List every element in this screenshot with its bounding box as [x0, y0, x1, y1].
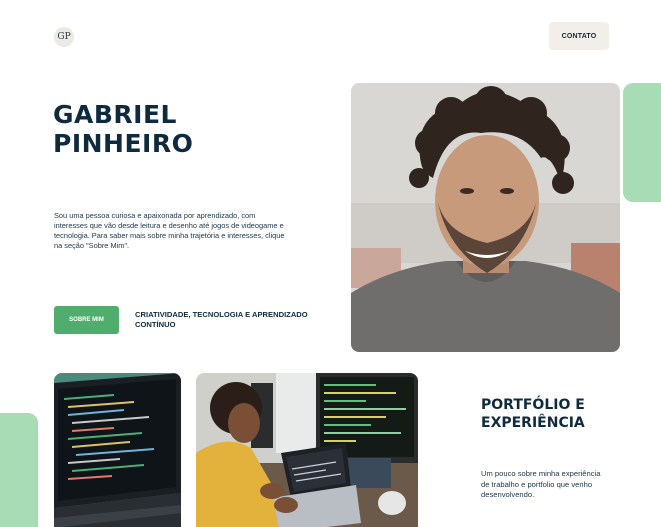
hero-intro: Sou uma pessoa curiosa e apaixonada por …	[54, 211, 285, 250]
code-laptop-photo	[54, 373, 181, 527]
decorative-green-block-right	[623, 83, 661, 202]
portrait-photo	[351, 83, 620, 352]
hero-tagline: CRIATIVIDADE, TECNOLOGIA E APRENDIZADO C…	[135, 310, 308, 329]
contact-button[interactable]: CONTATO	[549, 22, 609, 50]
about-me-button[interactable]: SOBRE MIM	[54, 306, 119, 334]
decorative-green-block-left	[0, 413, 38, 527]
portfolio-title-line1: PORTFÓLIO E	[481, 397, 585, 413]
portfolio-title-line2: EXPERIÊNCIA	[481, 415, 585, 431]
portfolio-title: PORTFÓLIO E EXPERIÊNCIA	[481, 396, 621, 432]
hero-name-first: GABRIEL	[53, 100, 177, 129]
hero-name: GABRIEL PINHEIRO	[53, 100, 253, 158]
portfolio-description: Um pouco sobre minha experiência de trab…	[481, 469, 601, 499]
developer-workspace-photo	[196, 373, 418, 527]
hero-name-last: PINHEIRO	[53, 129, 194, 158]
logo[interactable]: GP	[54, 27, 74, 47]
